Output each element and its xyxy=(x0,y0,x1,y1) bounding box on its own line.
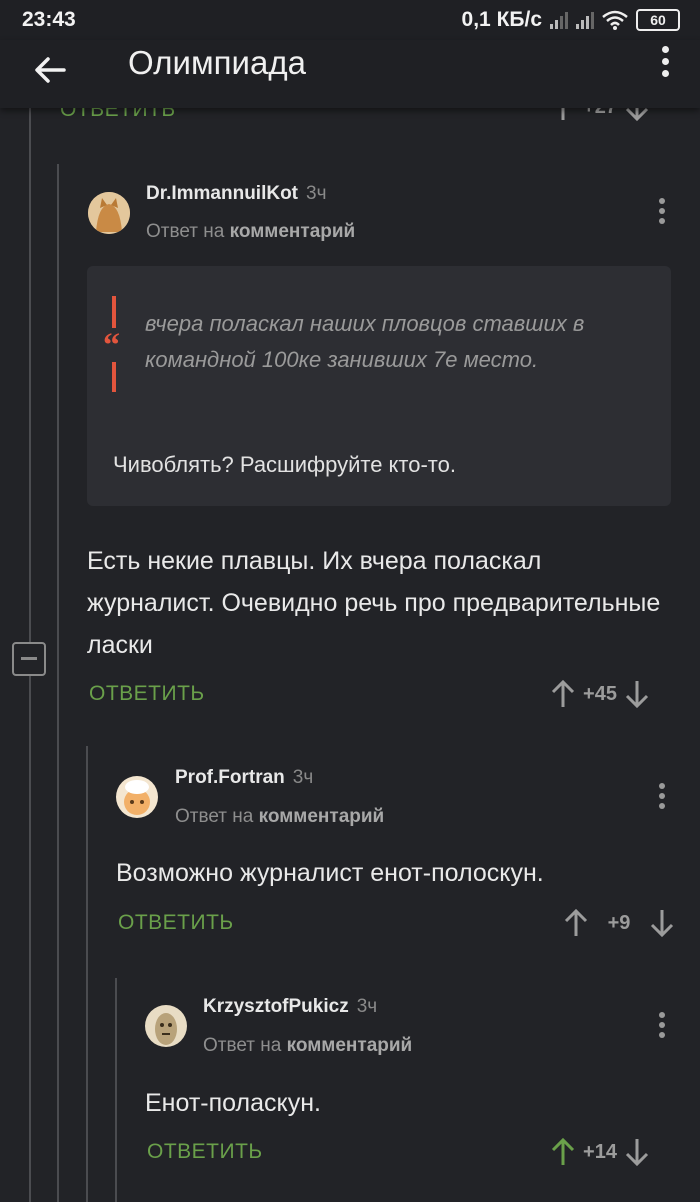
comment-text: Возможно журналист енот-полоскун. xyxy=(116,859,544,887)
app-bar: Олимпиада xyxy=(0,40,700,108)
reply-to[interactable]: Ответ на комментарий xyxy=(146,221,355,243)
author-name[interactable]: Dr.ImmannuilKot xyxy=(146,183,298,204)
wifi-icon xyxy=(602,10,628,30)
comment-menu-icon[interactable] xyxy=(656,196,668,226)
reply-to[interactable]: Ответ на комментарий xyxy=(203,1035,412,1057)
comment-text: Есть некие плавцы. Их вчера поласкал жур… xyxy=(87,547,661,659)
signal-icon xyxy=(550,11,568,29)
collapse-thread-button[interactable] xyxy=(12,642,46,676)
score: +14 xyxy=(583,1140,617,1163)
comment-author[interactable]: Prof.Fortran 3ч xyxy=(175,767,313,789)
quote-block: “ вчера поласкал наших пловцов ставших в… xyxy=(87,266,671,506)
avatar[interactable] xyxy=(145,1005,187,1047)
arrow-left-icon[interactable] xyxy=(30,50,70,90)
downvote-icon[interactable] xyxy=(624,1137,650,1167)
battery-icon: 60 xyxy=(636,9,680,31)
score: +9 xyxy=(607,911,631,934)
comment-age: 3ч xyxy=(356,996,378,1017)
vote-controls: +14 xyxy=(550,1137,650,1167)
status-bar: 23:43 0,1 КБ/с 60 xyxy=(0,0,700,40)
upvote-icon[interactable] xyxy=(550,1137,576,1167)
reply-to[interactable]: Ответ на комментарий xyxy=(175,806,384,828)
avatar[interactable] xyxy=(116,776,158,818)
author-name[interactable]: Prof.Fortran xyxy=(175,767,285,788)
avatar-chef-icon xyxy=(116,776,158,818)
comment-author[interactable]: Dr.ImmannuilKot 3ч xyxy=(146,183,326,205)
reply-target-link[interactable]: комментарий xyxy=(287,1035,413,1056)
page-title: Олимпиада xyxy=(128,44,306,81)
downvote-icon[interactable] xyxy=(624,679,650,709)
reply-button[interactable]: ОТВЕТИТЬ xyxy=(89,682,205,706)
quote-text: вчера поласкал наших пловцов ставших в к… xyxy=(145,311,585,372)
avatar[interactable] xyxy=(88,192,130,234)
author-name[interactable]: KrzysztofPukicz xyxy=(203,996,349,1017)
comment-menu-icon[interactable] xyxy=(656,781,668,811)
comment-text: Енот-поласкун. xyxy=(145,1089,321,1117)
vote-controls: +45 xyxy=(550,679,650,709)
reply-prefix: Ответ на xyxy=(203,1035,282,1056)
comment-menu-icon[interactable] xyxy=(656,1010,668,1040)
reply-target-link[interactable]: комментарий xyxy=(259,806,385,827)
score: +45 xyxy=(583,682,617,705)
thread-line-4 xyxy=(115,978,117,1202)
more-vertical-icon[interactable] xyxy=(656,44,676,80)
quote-reply-text: Чивоблять? Расшифруйте кто-то. xyxy=(113,452,456,477)
reply-target-link[interactable]: комментарий xyxy=(230,221,356,242)
status-time: 23:43 xyxy=(22,8,76,31)
upvote-icon[interactable] xyxy=(563,908,589,938)
reply-button[interactable]: ОТВЕТИТЬ xyxy=(118,911,234,935)
network-speed: 0,1 КБ/с xyxy=(461,8,542,31)
thread-line-3 xyxy=(86,746,88,1202)
reply-prefix: Ответ на xyxy=(146,221,225,242)
quote-icon: “ xyxy=(103,296,120,392)
svg-text:“: “ xyxy=(103,327,120,364)
comment-author[interactable]: KrzysztofPukicz 3ч xyxy=(203,996,377,1018)
avatar-cat-icon xyxy=(88,192,130,234)
downvote-icon[interactable] xyxy=(649,908,675,938)
vote-controls: +9 xyxy=(563,908,675,938)
comment-age: 3ч xyxy=(292,767,314,788)
reply-button[interactable]: ОТВЕТИТЬ xyxy=(147,1140,263,1164)
avatar-face-icon xyxy=(145,1005,187,1047)
upvote-icon[interactable] xyxy=(550,679,576,709)
signal-icon-2 xyxy=(576,11,594,29)
reply-prefix: Ответ на xyxy=(175,806,254,827)
thread-line-2 xyxy=(57,164,59,1202)
comment-age: 3ч xyxy=(306,183,327,204)
